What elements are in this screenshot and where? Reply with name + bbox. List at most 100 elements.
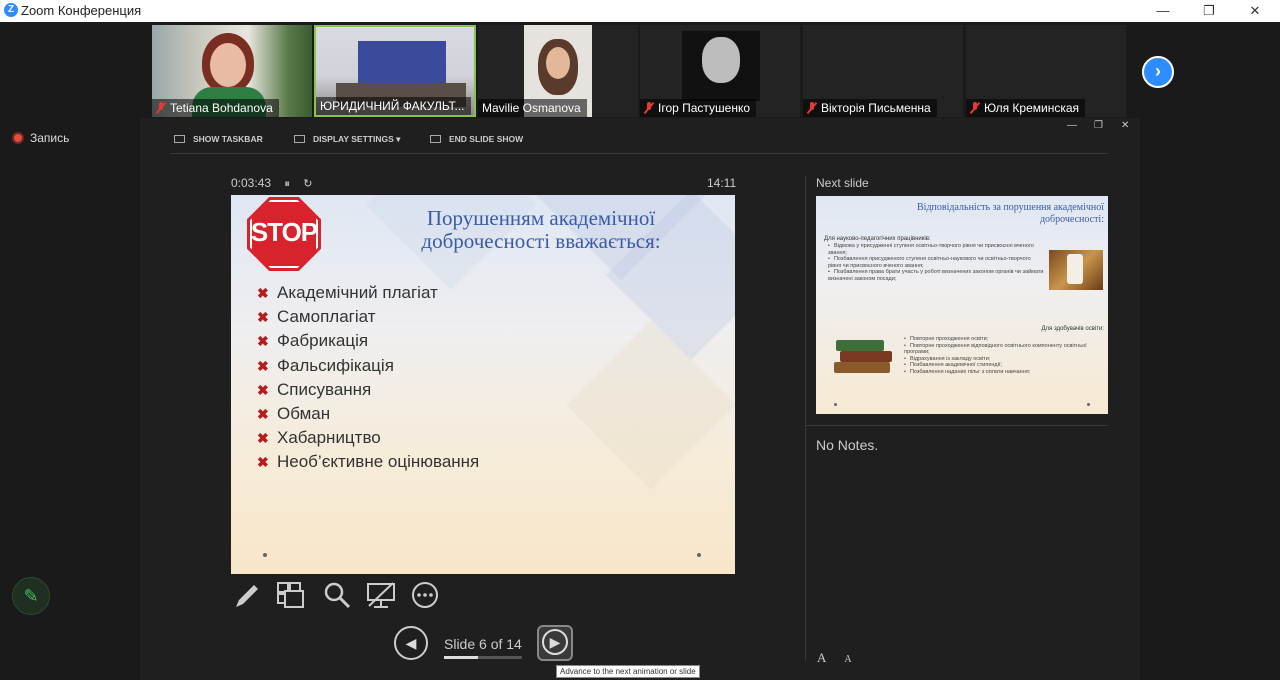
cross-bullet-icon: ✖ — [257, 405, 269, 422]
list-item-text: Списування — [277, 379, 372, 399]
mic-muted-icon — [970, 102, 980, 114]
recording-label: Запись — [30, 131, 70, 145]
cross-bullet-icon: ✖ — [257, 430, 269, 447]
slide-dot — [697, 553, 701, 557]
participant-tile[interactable]: Mavilie Osmanova — [478, 25, 638, 117]
taskbar-icon — [174, 135, 185, 143]
previous-slide-button[interactable]: ◀ — [394, 626, 428, 660]
participant-tile[interactable]: Юля Креминская — [966, 25, 1126, 117]
record-dot-icon — [12, 132, 24, 144]
decrease-font-button[interactable]: A — [844, 654, 851, 665]
list-item-text: Фабрикація — [277, 331, 369, 351]
participant-tile-active-speaker[interactable]: ЮРИДИЧНИЙ ФАКУЛЬТ... — [314, 25, 476, 117]
slide-decoration — [566, 320, 735, 490]
cross-bullet-icon: ✖ — [257, 285, 269, 301]
book-shape — [836, 340, 884, 351]
next-slide-label: Next slide — [816, 176, 869, 190]
presenter-close-button[interactable]: ✕ — [1121, 120, 1129, 131]
mic-muted-icon — [807, 102, 817, 114]
next-slide-heading-1: Для науково-педагогічних працівників: — [824, 236, 931, 242]
next-slide-list-1: Відмова у присудженні ступеня освітньо-т… — [828, 243, 1044, 282]
next-slide-picture-books — [832, 334, 898, 380]
restore-button[interactable]: ❐ — [1186, 0, 1232, 22]
elapsed-time: 0:03:43 — [231, 176, 272, 190]
slide-counter: Slide 6 of 14 — [444, 636, 522, 652]
list-item: Відмова у присудженні ступеня освітньо-т… — [828, 243, 1044, 256]
participant-face — [702, 37, 740, 83]
presenter-restore-button[interactable]: ❐ — [1094, 120, 1103, 131]
list-item: Позбавлення права брати участь у роботі … — [828, 269, 1044, 282]
participant-name: Юля Креминская — [984, 101, 1080, 115]
slide-title: Порушенням академічної доброчесності вва… — [351, 207, 731, 253]
window-title: Zoom Конференция — [21, 3, 142, 18]
next-slide-title-line1: Відповідальність за порушення академічно… — [917, 202, 1104, 213]
next-participants-page-button[interactable]: › — [1142, 56, 1174, 88]
speaker-notes[interactable]: No Notes. — [816, 437, 878, 453]
list-item-text: Фальсифікація — [277, 355, 394, 375]
next-slide-heading-2: Для здобувачів освіти: — [1041, 326, 1104, 332]
participant-name: Tetiana Bohdanova — [170, 101, 273, 115]
list-item: ✖ Самоплагіат — [257, 307, 479, 331]
cross-bullet-icon: ✖ — [257, 381, 269, 398]
slide-title-line2: доброчесності вважається: — [421, 229, 661, 253]
next-slide-title: Відповідальність за порушення академічно… — [896, 202, 1104, 226]
participant-tile[interactable]: Ігор Пастушенко — [640, 25, 800, 117]
pane-divider[interactable] — [805, 176, 806, 660]
show-taskbar-button[interactable]: SHOW TASKBAR — [174, 134, 263, 144]
black-screen-icon[interactable] — [366, 580, 396, 610]
list-item: ✖ Фабрикація — [257, 331, 479, 355]
cross-bullet-icon: ✖ — [257, 357, 269, 374]
book-shape — [840, 351, 892, 362]
next-slide-list-2: Повторне проходження освіти; Повторне пр… — [904, 336, 1104, 375]
notes-font-controls: A A — [817, 649, 866, 667]
participant-name: Вікторія Письменна — [821, 101, 931, 115]
banner-backdrop — [358, 41, 446, 85]
display-settings-label: DISPLAY SETTINGS ▾ — [313, 134, 401, 144]
close-window-button[interactable]: ✕ — [1232, 0, 1278, 22]
reset-timer-icon[interactable]: ↻ — [303, 178, 312, 190]
next-slide-preview[interactable]: Відповідальність за порушення академічно… — [816, 196, 1108, 414]
current-time: 14:11 — [707, 176, 737, 190]
cross-bullet-icon: ✖ — [257, 309, 269, 326]
zoom-into-slide-icon[interactable] — [322, 580, 352, 610]
pen-icon[interactable] — [232, 580, 262, 610]
chevron-right-icon: ▶ — [542, 629, 568, 655]
slide-bullet-list: ✖ Академічний плагіат ✖ Самоплагіат ✖ Фабри… — [257, 283, 479, 477]
slide-title-line1: Порушенням академічної — [426, 206, 656, 230]
recording-indicator[interactable]: Запись — [12, 131, 69, 145]
display-settings-button[interactable]: DISPLAY SETTINGS ▾ — [294, 134, 400, 145]
next-slide-picture-library — [1049, 250, 1103, 290]
current-slide[interactable]: STOP Порушенням академічної доброчесност… — [231, 195, 735, 574]
next-slide-button[interactable]: ▶ — [537, 625, 573, 661]
slide-dot — [263, 553, 267, 557]
list-item-text: Хабарництво — [277, 428, 381, 448]
participant-tile[interactable]: Вікторія Письменна — [803, 25, 963, 117]
participant-name: ЮРИДИЧНИЙ ФАКУЛЬТ... — [320, 99, 465, 113]
participant-name: Mavilie Osmanova — [482, 101, 581, 115]
list-item-text: Необ’єктивне оцінювання — [277, 452, 480, 472]
presenter-minimize-button[interactable]: — — [1067, 120, 1077, 131]
next-slide-tooltip: Advance to the next animation or slide — [556, 665, 700, 678]
participant-name: Ігор Пастушенко — [658, 101, 751, 115]
stop-sign-text: STOP — [250, 217, 318, 247]
notes-divider — [806, 425, 1108, 426]
see-all-slides-icon[interactable] — [276, 580, 306, 610]
cross-bullet-icon: ✖ — [257, 454, 269, 471]
minimize-button[interactable]: — — [1140, 0, 1186, 22]
list-item-text: Обман — [277, 403, 331, 423]
figure-shape — [1067, 254, 1083, 284]
end-slide-show-button[interactable]: END SLIDE SHOW — [430, 134, 523, 144]
pause-icon[interactable]: ⏸ — [284, 178, 290, 190]
participant-tile[interactable]: Tetiana Bohdanova — [152, 25, 312, 117]
book-shape — [834, 362, 890, 373]
list-item: ✖ Хабарництво — [257, 428, 479, 452]
increase-font-button[interactable]: A — [817, 650, 826, 665]
zoom-logo-icon: Z — [4, 3, 18, 17]
window-titlebar: Z Zoom Конференция — ❐ ✕ — [0, 0, 1280, 22]
annotate-pencil-icon[interactable]: ✎ — [12, 577, 50, 615]
more-options-icon[interactable] — [410, 580, 440, 610]
chevron-left-icon: ◀ — [405, 635, 417, 651]
next-slide-title-line2: доброчесності: — [1039, 214, 1104, 225]
slide-dot — [834, 403, 837, 406]
slide-timer: 0:03:43 ⏸ ↻ — [231, 176, 312, 191]
